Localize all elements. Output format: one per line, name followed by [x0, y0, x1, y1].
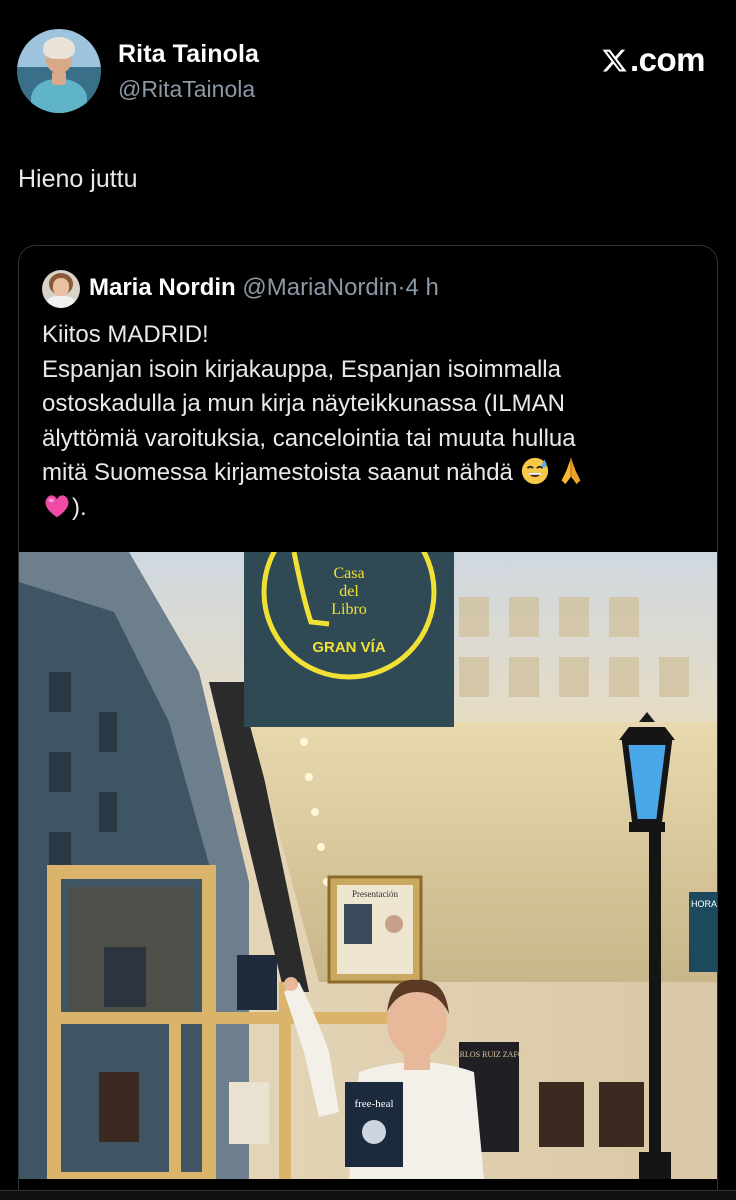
author-avatar[interactable] — [17, 29, 101, 113]
sign-text-gran-via: GRAN VÍA — [312, 639, 386, 656]
quoted-line: älyttömiä varoituksia, cancelointia tai … — [42, 424, 576, 452]
post-text: Hieno juttu — [18, 165, 138, 193]
quoted-line-text: mitä Suomessa kirjamestoista saanut nähd… — [42, 459, 513, 486]
side-sign-text: HORA — [691, 899, 717, 909]
pink-heart-emoji — [45, 494, 69, 517]
sign-text-libro: Libro — [331, 601, 367, 618]
quoted-author-name[interactable]: Maria Nordin — [89, 274, 236, 301]
author-name[interactable]: Rita Tainola — [118, 40, 259, 69]
sign-text-casa: Casa — [333, 565, 364, 582]
site-domain: .com — [629, 41, 706, 78]
poster-title: Presentación — [352, 889, 398, 899]
author-handle[interactable]: @RitaTainola — [118, 76, 255, 103]
folded-hands-emoji — [561, 457, 581, 485]
sweat-smile-emoji — [521, 457, 548, 485]
quoted-author-handle[interactable]: @MariaNordin — [242, 274, 397, 301]
quoted-line: Espanjan isoin kirjakauppa, Espanjan iso… — [42, 355, 561, 383]
quoted-line-tail: ). — [72, 493, 87, 521]
quoted-line: Kiitos MADRID! — [42, 321, 209, 348]
book-author-text: CARLOS RUIZ ZAFÓN — [449, 1049, 530, 1059]
quoted-line: ostoskadulla ja mun kirja näyteikkunassa… — [42, 390, 565, 417]
x-logo-icon — [602, 49, 627, 72]
sign-text-del: del — [339, 583, 359, 600]
quoted-line: mitä Suomessa kirjamestoista saanut nähd… — [42, 456, 702, 491]
screenshot-page: Rita Tainola @RitaTainola .com Hieno jut… — [0, 0, 736, 1200]
quoted-line: ). — [42, 491, 702, 526]
quoted-tweet-header: Maria Nordin @MariaNordin·4 h — [89, 274, 439, 302]
book-cover-title: free-heal — [354, 1098, 393, 1110]
quoted-tweet-card[interactable]: Maria Nordin @MariaNordin·4 h Kiitos MAD… — [18, 245, 718, 1200]
bookstore-window-photo: Casa del Libro GRAN VÍA Presentación CAR… — [19, 552, 717, 1179]
quoted-tweet-text: Kiitos MADRID! Espanjan isoin kirjakaupp… — [42, 318, 702, 525]
quoted-author-avatar[interactable] — [42, 270, 80, 308]
bottom-bar — [0, 1190, 736, 1200]
x-com-logo: .com — [601, 41, 706, 78]
post-header: Rita Tainola @RitaTainola .com — [0, 0, 736, 130]
quoted-timestamp[interactable]: 4 h — [405, 274, 438, 301]
attached-photo[interactable]: Casa del Libro GRAN VÍA Presentación CAR… — [19, 552, 717, 1179]
